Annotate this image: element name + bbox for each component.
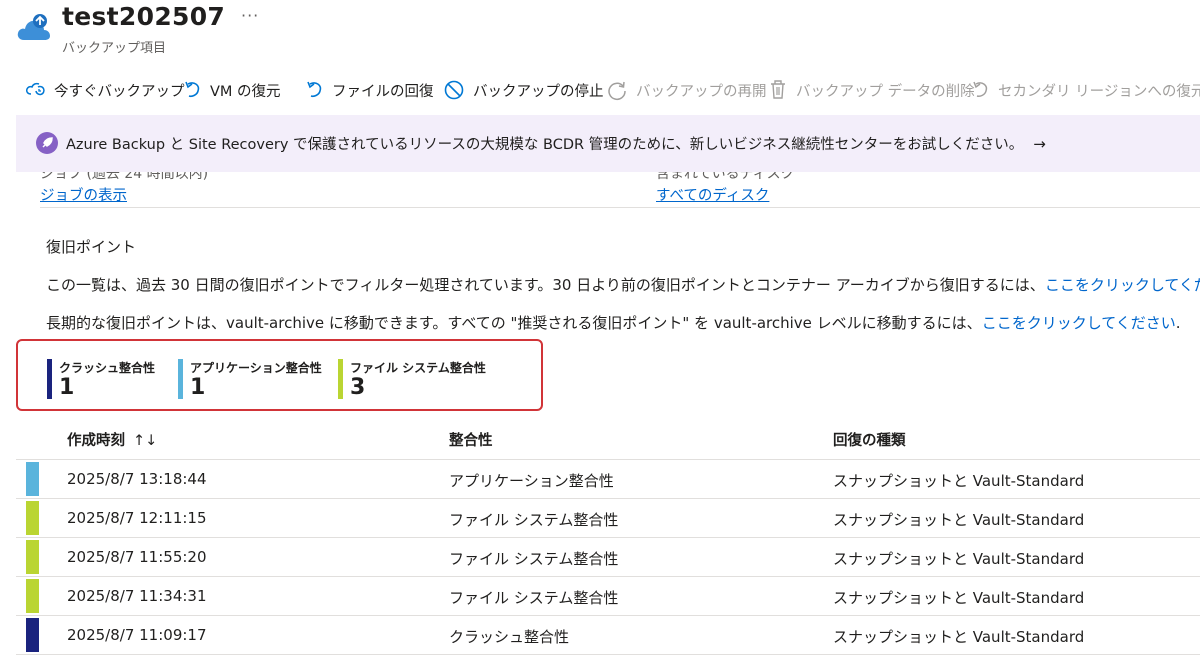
summary-color-bar (338, 359, 343, 399)
consistency-summary: クラッシュ整合性 1 アプリケーション整合性 1 ファイル システム整合性 3 (16, 339, 543, 411)
stop-icon (444, 80, 464, 100)
restore-secondary-region-label: セカンダリ リージョンへの復元 (998, 83, 1200, 100)
disks-caption: 含まれているディスク (656, 172, 795, 180)
cell-consistency: ファイル システム整合性 (449, 511, 619, 529)
restore-points-heading: 復旧ポイント (46, 238, 137, 256)
table-row[interactable]: 2025/8/7 12:11:15 ファイル システム整合性 スナップショットと… (16, 499, 1200, 538)
section-divider (40, 207, 1200, 208)
page-title: test202507 (62, 2, 226, 31)
table-header: 作成時刻 ↑↓ 整合性 回復の種類 (16, 419, 1200, 460)
summary-color-bar (178, 359, 183, 399)
restore-vm-button[interactable]: VM の復元 (184, 74, 281, 106)
delete-backup-data-button[interactable]: バックアップ データの削除 (768, 74, 975, 106)
move-to-archive-link[interactable]: ここをクリックしてください (982, 314, 1176, 332)
cell-created-time: 2025/8/7 11:09:17 (67, 626, 207, 644)
sort-icon[interactable]: ↑↓ (133, 433, 157, 449)
cell-consistency: アプリケーション整合性 (449, 472, 614, 490)
cell-consistency: ファイル システム整合性 (449, 550, 619, 568)
cell-recovery-type: スナップショットと Vault-Standard (833, 589, 1085, 607)
created-time-header-label: 作成時刻 (67, 433, 125, 449)
table-row[interactable]: 2025/8/7 11:34:31 ファイル システム整合性 スナップショットと… (16, 577, 1200, 616)
file-recovery-label: ファイルの回復 (332, 83, 434, 100)
info-1-text: この一覧は、過去 30 日間の復旧ポイントでフィルター処理されています。30 日… (46, 276, 1045, 294)
cell-recovery-type: スナップショットと Vault-Standard (833, 472, 1085, 490)
refresh-icon (608, 81, 626, 100)
consistency-color-bar (26, 579, 39, 613)
view-jobs-link[interactable]: ジョブの表示 (40, 184, 127, 205)
consistency-color-bar (26, 618, 39, 652)
jobs-caption: ジョブ (過去 24 時間以内) (40, 172, 209, 180)
cell-consistency: ファイル システム整合性 (449, 589, 619, 607)
cell-recovery-type: スナップショットと Vault-Standard (833, 511, 1085, 529)
command-bar: 今すぐバックアップ VM の復元 ファイルの回復 バックアップの停止 バックアッ… (0, 74, 1200, 106)
rocket-icon (36, 132, 58, 154)
delete-backup-data-label: バックアップ データの削除 (796, 83, 975, 100)
consistency-color-bar (26, 462, 39, 496)
older-restore-points-link[interactable]: ここをクリックしてください (1045, 276, 1200, 294)
table-row[interactable]: 2025/8/7 11:55:20 ファイル システム整合性 スナップショットと… (16, 538, 1200, 577)
cell-consistency: クラッシュ整合性 (449, 628, 570, 646)
summary-count: 3 (350, 375, 366, 400)
cell-created-time: 2025/8/7 13:18:44 (67, 470, 207, 488)
summary-label: アプリケーション整合性 (190, 361, 322, 375)
column-header-created-time[interactable]: 作成時刻 ↑↓ (67, 429, 157, 450)
info-2-text: 長期的な復旧ポイントは、vault-archive に移動できます。すべての "… (46, 314, 982, 332)
summary-label: ファイル システム整合性 (350, 361, 486, 375)
cell-created-time: 2025/8/7 12:11:15 (67, 509, 207, 527)
cell-created-time: 2025/8/7 11:34:31 (67, 587, 207, 605)
undo-icon (973, 81, 988, 97)
table-row[interactable]: 2025/8/7 13:18:44 アプリケーション整合性 スナップショットと … (16, 460, 1200, 499)
backup-now-icon (26, 82, 45, 96)
backup-now-button[interactable]: 今すぐバックアップ (24, 74, 185, 106)
cell-created-time: 2025/8/7 11:55:20 (67, 548, 207, 566)
stop-backup-label: バックアップの停止 (473, 83, 604, 100)
table-row[interactable]: 2025/8/7 11:09:17 クラッシュ整合性 スナップショットと Vau… (16, 616, 1200, 655)
promo-banner: Azure Backup と Site Recovery で保護されているリソー… (16, 115, 1200, 172)
restore-points-table: 作成時刻 ↑↓ 整合性 回復の種類 2025/8/7 13:18:44 アプリケー… (16, 419, 1200, 655)
file-recovery-button[interactable]: ファイルの回復 (306, 74, 434, 106)
undo-icon (307, 81, 322, 98)
backup-now-label: 今すぐバックアップ (54, 83, 185, 100)
cell-recovery-type: スナップショットと Vault-Standard (833, 550, 1085, 568)
restore-points-info-2: 長期的な復旧ポイントは、vault-archive に移動できます。すべての "… (46, 312, 1181, 333)
restore-vm-label: VM の復元 (210, 83, 281, 100)
summary-color-bar (47, 359, 52, 399)
resume-backup-label: バックアップの再開 (636, 83, 767, 100)
summary-count: 1 (190, 375, 206, 400)
resume-backup-button[interactable]: バックアップの再開 (606, 74, 767, 106)
column-header-consistency: 整合性 (449, 433, 493, 449)
restore-points-info-1: この一覧は、過去 30 日間の復旧ポイントでフィルター処理されています。30 日… (46, 274, 1200, 295)
summary-count: 1 (59, 375, 75, 400)
banner-text: Azure Backup と Site Recovery で保護されているリソー… (66, 137, 1024, 153)
backup-cloud-icon (17, 14, 50, 40)
column-header-recovery-type: 回復の種類 (833, 433, 906, 449)
consistency-color-bar (26, 540, 39, 574)
banner-message: Azure Backup と Site Recovery で保護されているリソー… (66, 133, 1046, 154)
more-options-button[interactable]: ··· (241, 6, 259, 25)
trash-icon (771, 80, 785, 99)
clipped-captions: ジョブ (過去 24 時間以内) 含まれているディスク (40, 172, 1200, 180)
consistency-color-bar (26, 501, 39, 535)
all-disks-link[interactable]: すべてのディスク (656, 184, 769, 205)
stop-backup-button[interactable]: バックアップの停止 (443, 74, 604, 106)
arrow-right-icon[interactable]: → (1033, 135, 1046, 153)
page-header: test202507 ··· バックアップ項目 (0, 0, 1200, 62)
info-2-period: . (1175, 314, 1181, 332)
restore-secondary-region-button[interactable]: セカンダリ リージョンへの復元 (972, 74, 1200, 106)
summary-label: クラッシュ整合性 (59, 361, 156, 375)
undo-icon (185, 81, 200, 98)
cell-recovery-type: スナップショットと Vault-Standard (833, 628, 1085, 646)
page-subtitle: バックアップ項目 (62, 41, 167, 56)
